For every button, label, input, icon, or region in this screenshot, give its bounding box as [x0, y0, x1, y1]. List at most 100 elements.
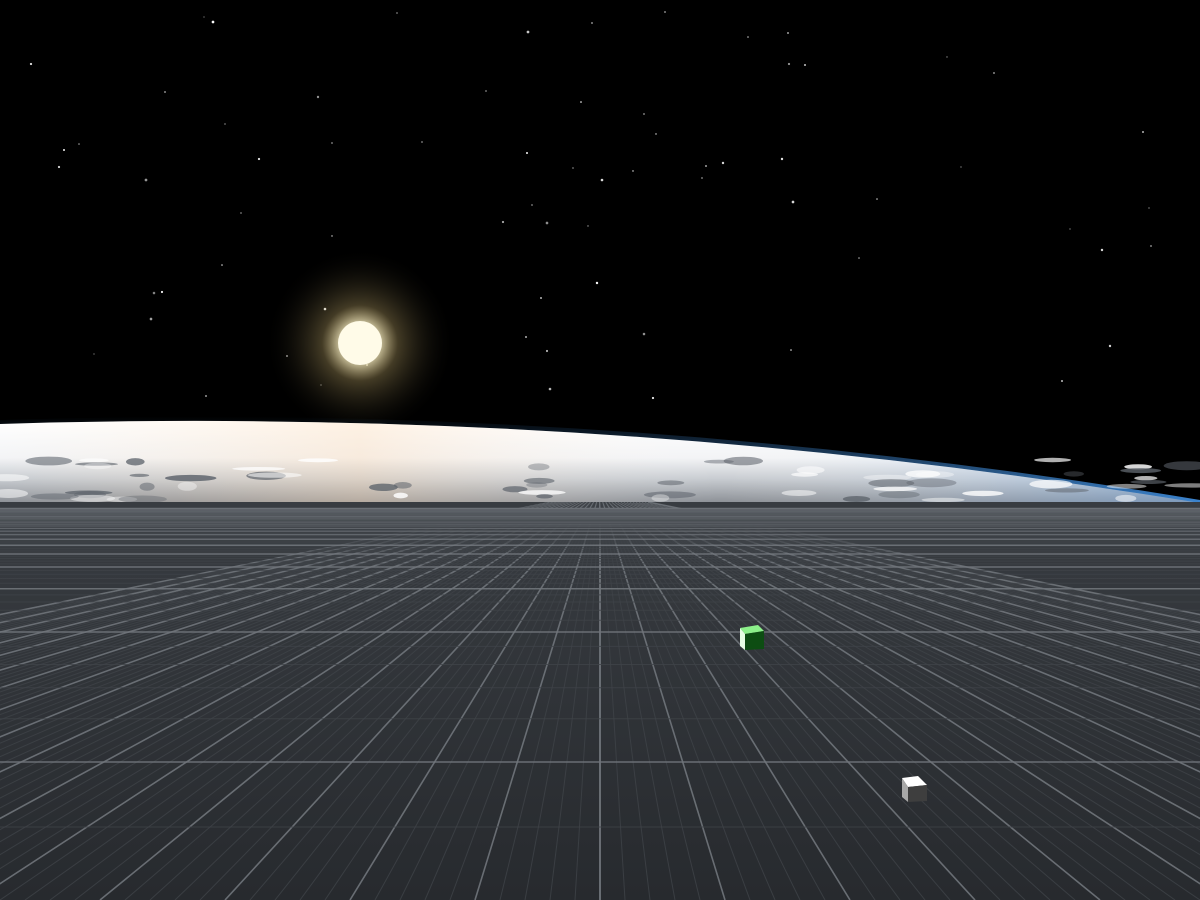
cloud [796, 466, 825, 474]
star [1108, 344, 1112, 348]
star [651, 396, 655, 400]
star [526, 30, 530, 34]
star [485, 90, 487, 92]
star [580, 101, 582, 103]
star [1148, 207, 1150, 209]
star [240, 212, 242, 214]
star [1100, 248, 1104, 252]
star [721, 161, 725, 165]
cloud [177, 481, 197, 491]
cloud [1106, 483, 1147, 489]
star [787, 62, 791, 66]
star [203, 16, 205, 18]
star [57, 165, 61, 169]
star [531, 204, 533, 206]
star [331, 235, 333, 237]
star [545, 221, 549, 225]
cloud [84, 462, 112, 470]
cloud [393, 492, 408, 499]
star [548, 387, 552, 391]
cloud [723, 456, 763, 466]
cloud [1029, 479, 1073, 489]
star [858, 257, 860, 259]
star [747, 36, 749, 38]
cloud [657, 480, 685, 486]
star [946, 56, 948, 58]
cloud [868, 479, 915, 488]
star [525, 151, 529, 155]
star [78, 143, 80, 145]
sun [265, 248, 455, 438]
cloud [126, 458, 145, 466]
star [876, 198, 878, 200]
star [803, 63, 807, 67]
cloud [129, 473, 150, 477]
star [572, 167, 574, 169]
star [545, 349, 549, 353]
cloud [118, 495, 167, 502]
star [93, 353, 95, 355]
cloud [1134, 476, 1158, 481]
cloud [79, 458, 109, 463]
star [29, 62, 33, 66]
star [664, 11, 666, 13]
star [791, 200, 795, 204]
cloud [297, 458, 339, 463]
star [595, 281, 599, 285]
cloud [962, 490, 1004, 497]
cloud [781, 490, 817, 496]
star [1142, 131, 1144, 133]
cloud [1063, 471, 1085, 477]
star [960, 166, 962, 168]
star [205, 395, 207, 397]
cloud [139, 482, 155, 491]
star [701, 177, 703, 179]
star [63, 149, 65, 151]
cloud [1120, 468, 1162, 474]
star [501, 220, 505, 224]
cloud [232, 467, 286, 471]
star [1061, 380, 1063, 382]
cloud [873, 486, 917, 492]
cloud [536, 494, 553, 499]
star [257, 157, 261, 161]
star [632, 170, 634, 172]
star [421, 141, 423, 143]
cloud [1044, 488, 1089, 493]
cloud [1034, 457, 1072, 463]
cloud [369, 483, 398, 491]
star [164, 91, 166, 93]
star [160, 290, 164, 294]
game-viewport[interactable] [0, 0, 1200, 900]
star [591, 22, 593, 24]
star [396, 12, 398, 14]
white-cube-front [908, 785, 927, 802]
star [643, 113, 645, 115]
star [787, 32, 789, 34]
cloud [30, 493, 79, 500]
cloud [165, 474, 217, 482]
cloud [518, 490, 566, 495]
cloud [247, 472, 302, 478]
star [705, 165, 707, 167]
cloud [878, 491, 920, 499]
star [600, 178, 604, 182]
green-cube[interactable] [740, 625, 764, 650]
star [993, 72, 995, 74]
cloud [921, 497, 965, 502]
star [780, 157, 784, 161]
star [540, 297, 542, 299]
cloud [393, 482, 412, 489]
star [790, 349, 792, 351]
cloud [1115, 494, 1137, 502]
star [1150, 245, 1152, 247]
cloud [651, 494, 670, 502]
cloud [1130, 480, 1167, 484]
star [221, 264, 223, 266]
game-scene[interactable] [0, 0, 1200, 900]
star [224, 123, 226, 125]
cloud [842, 496, 871, 502]
star [525, 336, 527, 338]
star [144, 178, 148, 182]
cloud [528, 463, 550, 471]
